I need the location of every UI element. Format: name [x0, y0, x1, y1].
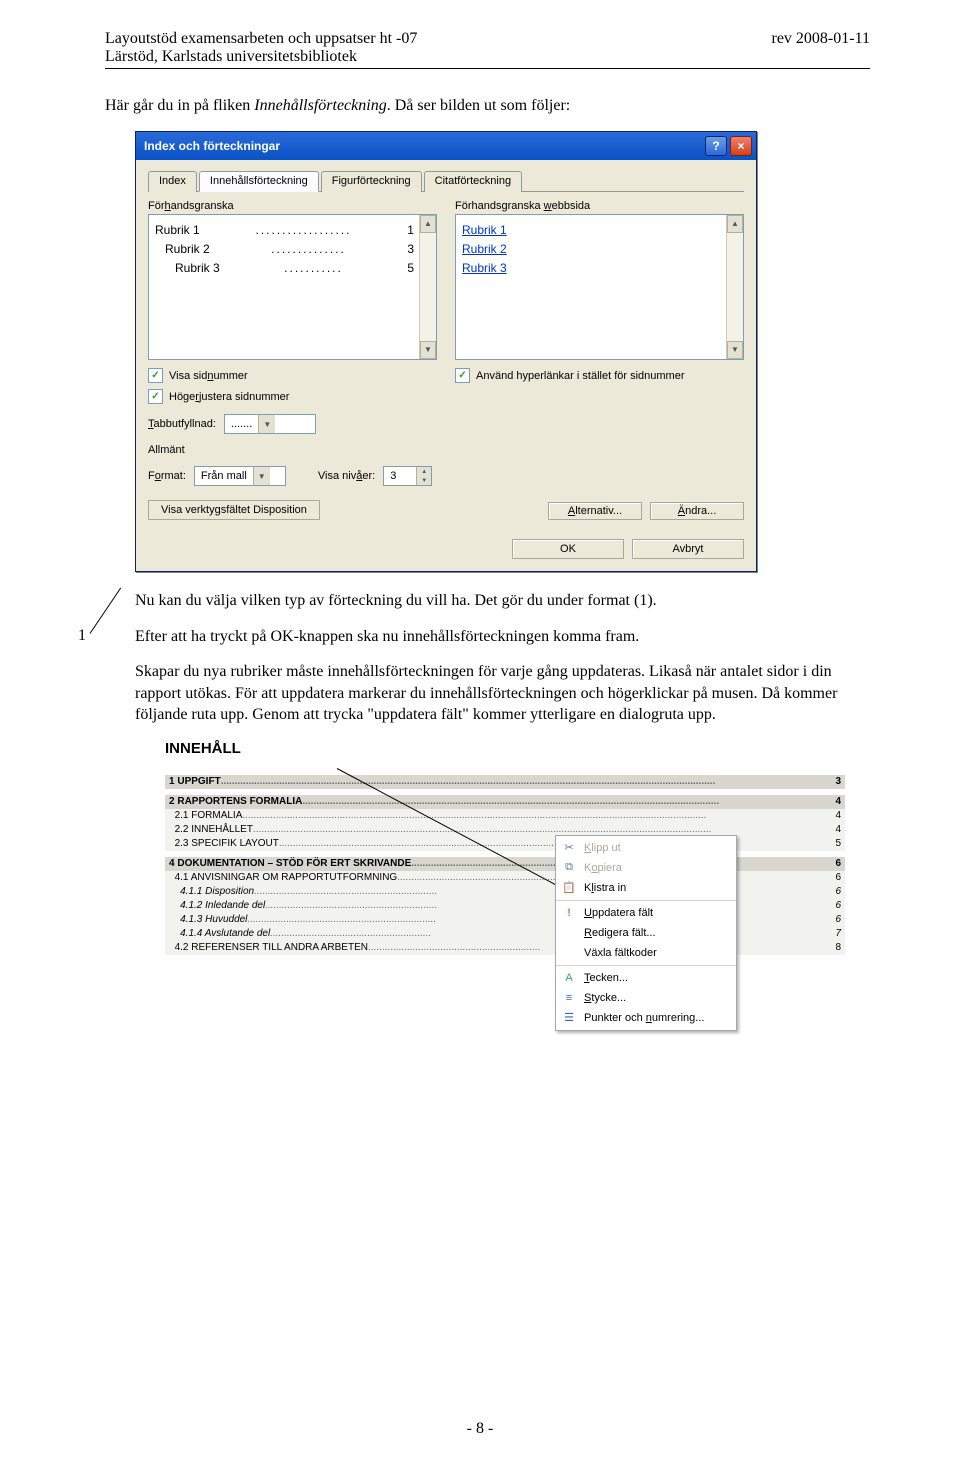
web-preview-box: Rubrik 1 Rubrik 2 Rubrik 3 ▲ ▼	[455, 214, 744, 360]
ctx-cut[interactable]: ✂ Klipp ut	[556, 838, 736, 858]
bullets-icon: ☰	[560, 1011, 578, 1025]
para-2: Efter att ha tryckt på OK-knappen ska nu…	[135, 626, 870, 648]
tab-leader-label: Tabbutfyllnad:	[148, 418, 216, 430]
section-general: Allmänt	[148, 444, 744, 456]
dialog-tabs: Index Innehållsförteckning Figurförteckn…	[148, 170, 744, 192]
header-rule	[105, 68, 870, 69]
toc-row: 4.1.2 Inledande del.....................…	[165, 899, 845, 913]
show-outline-toolbar-button[interactable]: Visa verktygsfältet Disposition	[148, 500, 320, 520]
dropdown-arrow-icon: ▼	[253, 467, 270, 485]
update-icon: !	[560, 906, 578, 920]
header-left-2: Lärstöd, Karlstads universitetsbibliotek	[105, 48, 417, 66]
header-left-1: Layoutstöd examensarbeten och uppsatser …	[105, 30, 417, 48]
callout-1: 1	[78, 627, 86, 645]
checkbox-checked-icon: ✓	[148, 368, 163, 383]
tab-citations[interactable]: Citatförteckning	[424, 171, 522, 192]
ctx-update-field[interactable]: ! Uppdatera fält	[556, 903, 736, 923]
paragraph-icon: ≡	[560, 991, 578, 1005]
menu-separator	[556, 900, 736, 901]
ok-button[interactable]: OK	[512, 539, 624, 559]
help-button[interactable]: ?	[705, 136, 727, 156]
page-header: Layoutstöd examensarbeten och uppsatser …	[105, 30, 870, 66]
format-label: Format:	[148, 470, 186, 482]
intro-italic: Innehållsförteckning	[254, 97, 386, 114]
ctx-toggle-codes[interactable]: Växla fältkoder	[556, 943, 736, 963]
toc-screenshot: INNEHÅLL 1 UPPGIFT......................…	[165, 740, 845, 955]
ctx-paragraph[interactable]: ≡ Stycke...	[556, 988, 736, 1008]
tab-toc[interactable]: Innehållsförteckning	[199, 171, 319, 192]
ctx-copy[interactable]: ⧉ Kopiera	[556, 858, 736, 878]
context-menu: ✂ Klipp ut ⧉ Kopiera 📋 Klistra in ! Uppd…	[555, 835, 737, 1031]
paste-icon: 📋	[560, 881, 578, 895]
chk-show-page-numbers[interactable]: ✓ Visa sidnummer	[148, 368, 437, 383]
web-preview-scrollbar[interactable]: ▲ ▼	[726, 215, 743, 359]
scroll-up-icon[interactable]: ▲	[420, 215, 436, 233]
toc-row: 4 DOKUMENTATION – STÖD FÖR ERT SKRIVANDE…	[165, 857, 845, 871]
tab-figures[interactable]: Figurförteckning	[321, 171, 422, 192]
menu-separator	[556, 965, 736, 966]
toc-row: 4.1 ANVISNINGAR OM RAPPORTUTFORMNING....…	[165, 871, 845, 885]
chk-right-align[interactable]: ✓ Högerjustera sidnummer	[148, 389, 437, 404]
spin-up-icon[interactable]: ▲	[416, 467, 431, 476]
tab-leader-combo[interactable]: ....... ▼	[224, 414, 316, 434]
levels-label: Visa nivåer:	[318, 470, 375, 482]
toc-row: 4.2 REFERENSER TILL ANDRA ARBETEN.......…	[165, 941, 845, 955]
levels-spinner[interactable]: 3 ▲ ▼	[383, 466, 432, 486]
copy-icon: ⧉	[560, 861, 578, 875]
preview-scrollbar[interactable]: ▲ ▼	[419, 215, 436, 359]
ctx-paste[interactable]: 📋 Klistra in	[556, 878, 736, 898]
tab-index[interactable]: Index	[148, 171, 197, 192]
web-preview-label: Förhandsgranska webbsida	[455, 200, 744, 212]
options-button[interactable]: Alternativ...	[548, 502, 642, 520]
dialog-titlebar[interactable]: Index och förteckningar ? ×	[136, 132, 756, 160]
intro-post: . Då ser bilden ut som följer:	[387, 97, 571, 114]
ctx-edit-field[interactable]: Redigera fält...	[556, 923, 736, 943]
scroll-down-icon[interactable]: ▼	[727, 341, 743, 359]
para-3: Skapar du nya rubriker måste innehållsfö…	[135, 661, 870, 726]
scissors-icon: ✂	[560, 841, 578, 855]
toc-row: 2.3 SPECIFIK LAYOUT.....................…	[165, 837, 845, 851]
print-preview-box: Rubrik 1..................1 Rubrik 2....…	[148, 214, 437, 360]
intro-pre: Här går du in på fliken	[105, 97, 254, 114]
header-right: rev 2008-01-11	[772, 30, 871, 66]
toc-row: 4.1.4 Avslutande del....................…	[165, 927, 845, 941]
toc-row: 2 RAPPORTENS FORMALIA...................…	[165, 795, 845, 809]
checkbox-checked-icon: ✓	[455, 368, 470, 383]
toc-row: 4.1.3 Huvuddel..........................…	[165, 913, 845, 927]
toc-row: 4.1.1 Disposition.......................…	[165, 885, 845, 899]
ctx-font[interactable]: A Tecken...	[556, 968, 736, 988]
callout-1-line	[90, 588, 122, 634]
page-footer: - 8 -	[0, 1420, 960, 1438]
spin-down-icon[interactable]: ▼	[416, 476, 431, 485]
dropdown-arrow-icon: ▼	[258, 415, 275, 433]
toc-row: 2.2 INNEHÅLLET..........................…	[165, 823, 845, 837]
toc-title: INNEHÅLL	[165, 740, 845, 757]
checkbox-checked-icon: ✓	[148, 389, 163, 404]
format-combo[interactable]: Från mall ▼	[194, 466, 286, 486]
chk-use-hyperlinks[interactable]: ✓ Använd hyperlänkar i stället för sidnu…	[455, 368, 744, 383]
scroll-up-icon[interactable]: ▲	[727, 215, 743, 233]
scroll-down-icon[interactable]: ▼	[420, 341, 436, 359]
preview-label: Förhandsgranska	[148, 200, 437, 212]
toc-row: 1 UPPGIFT...............................…	[165, 775, 845, 789]
toc-row: 2.1 FORMALIA............................…	[165, 809, 845, 823]
close-button[interactable]: ×	[730, 136, 752, 156]
ctx-bullets[interactable]: ☰ Punkter och numrering...	[556, 1008, 736, 1028]
para-1: Nu kan du välja vilken typ av förtecknin…	[135, 590, 870, 612]
modify-button[interactable]: Ändra...	[650, 502, 744, 520]
intro-paragraph: Här går du in på fliken Innehållsförteck…	[105, 97, 870, 115]
dialog-title: Index och förteckningar	[144, 139, 280, 153]
cancel-button[interactable]: Avbryt	[632, 539, 744, 559]
index-dialog: Index och förteckningar ? × Index Innehå…	[135, 131, 757, 572]
font-icon: A	[560, 971, 578, 985]
